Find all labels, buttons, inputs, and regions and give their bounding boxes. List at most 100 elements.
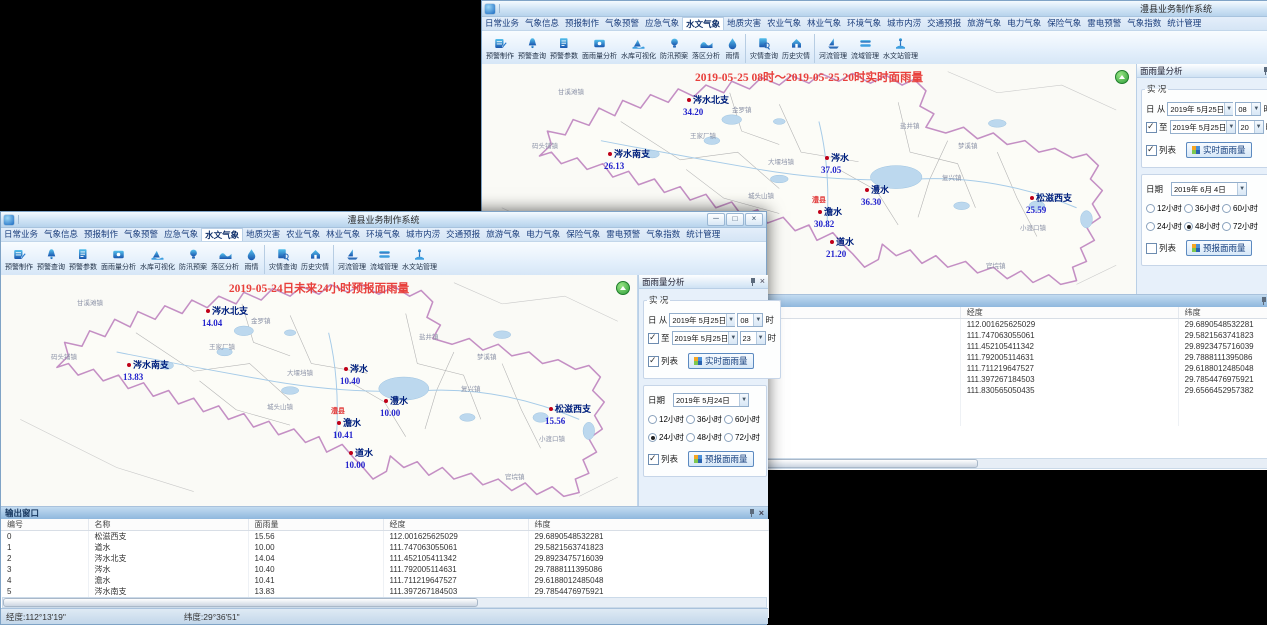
station-dao[interactable]: 道水21.20	[830, 232, 854, 259]
station-cen[interactable]: 涔水37.05	[825, 148, 849, 175]
duration-24h[interactable]: 24小时	[1146, 221, 1184, 232]
titlebar[interactable]: 澧县业务制作系统 － □ ×	[1, 212, 766, 228]
tab-statistics[interactable]: 统计管理	[1164, 17, 1204, 30]
tab-index[interactable]: 气象指数	[1124, 17, 1164, 30]
table-row[interactable]: 2涔水北支14.04111.45210541134229.89234757160…	[1, 553, 768, 564]
minimize-button[interactable]: －	[707, 213, 725, 226]
tab-forecast-making[interactable]: 预报制作	[81, 228, 121, 241]
btn-area-rain[interactable]: 面雨量分析	[99, 246, 138, 273]
tab-warning[interactable]: 气象预警	[121, 228, 161, 241]
tab-insurance[interactable]: 保险气象	[1044, 17, 1084, 30]
col-rain[interactable]: 面雨量	[248, 519, 383, 531]
tab-forestry[interactable]: 林业气象	[804, 17, 844, 30]
col-lon[interactable]: 经度	[383, 519, 528, 531]
forecast-date-select[interactable]: 2019年 6月 4日▼	[1171, 182, 1247, 196]
tab-agriculture[interactable]: 农业气象	[283, 228, 323, 241]
from-hour-select[interactable]: 08▼	[1235, 102, 1261, 116]
pin-icon[interactable]	[1261, 66, 1267, 76]
forecast-rain-button[interactable]: 预报面雨量	[1186, 240, 1252, 256]
titlebar[interactable]: 澧县业务制作系统	[482, 1, 1267, 17]
btn-basin-manage[interactable]: 流域管理	[368, 246, 400, 273]
tab-tourism[interactable]: 旅游气象	[483, 228, 523, 241]
duration-12h[interactable]: 12小时	[648, 414, 686, 425]
tab-index[interactable]: 气象指数	[643, 228, 683, 241]
duration-48h[interactable]: 48小时	[686, 432, 724, 443]
btn-flood-plan[interactable]: 防汛预案	[658, 35, 690, 62]
tab-weather-info[interactable]: 气象信息	[522, 17, 562, 30]
close-icon[interactable]: ×	[760, 277, 765, 286]
forecast-date-select[interactable]: 2019年 5月24日▼	[673, 393, 749, 407]
col-lat[interactable]: 纬度	[528, 519, 768, 531]
station-cennan[interactable]: 涔水南支13.83	[127, 355, 169, 382]
tab-lightning[interactable]: 雷电预警	[1084, 17, 1124, 30]
from-date-select[interactable]: 2019年 5月25日▼	[1167, 102, 1233, 116]
tab-traffic[interactable]: 交通预报	[924, 17, 964, 30]
duration-72h[interactable]: 72小时	[724, 432, 762, 443]
tab-geo-disaster[interactable]: 地质灾害	[724, 17, 764, 30]
station-songzi[interactable]: 松滋西支15.56	[549, 399, 591, 426]
btn-warning-params[interactable]: 预警参数	[67, 246, 99, 273]
from-date-select[interactable]: 2019年 5月25日▼	[669, 313, 735, 327]
duration-12h[interactable]: 12小时	[1146, 203, 1184, 214]
btn-warning-make[interactable]: 预警制作	[484, 35, 516, 62]
tab-geo-disaster[interactable]: 地质灾害	[243, 228, 283, 241]
forecast-rain-button[interactable]: 预报面雨量	[688, 451, 754, 467]
duration-36h[interactable]: 36小时	[1184, 203, 1222, 214]
col-id[interactable]: 编号	[1, 519, 88, 531]
btn-reservoir[interactable]: 水库可视化	[619, 35, 658, 62]
table-row[interactable]: 3涔水10.40111.79200511463129.7888111395086	[1, 564, 768, 575]
to-checkbox[interactable]	[648, 333, 659, 344]
list-checkbox[interactable]	[1146, 243, 1157, 254]
to-checkbox[interactable]	[1146, 122, 1157, 133]
tab-agriculture[interactable]: 农业气象	[764, 17, 804, 30]
map-canvas-forecast[interactable]: 甘溪滩镇 码头铺镇 王家厂镇 金罗镇 大堰垱镇 盐井镇 梦溪镇 复兴镇 城头山镇…	[1, 275, 638, 506]
duration-72h[interactable]: 72小时	[1222, 221, 1260, 232]
tab-daily[interactable]: 日常业务	[1, 228, 41, 241]
to-hour-select[interactable]: 23▼	[740, 331, 766, 345]
col-lon[interactable]: 经度	[960, 307, 1178, 319]
tab-emergency[interactable]: 应急气象	[642, 17, 682, 30]
btn-area-rain[interactable]: 面雨量分析	[580, 35, 619, 62]
btn-hydrostation-manage[interactable]: 水文站管理	[400, 246, 439, 273]
btn-rain-info[interactable]: 雨情	[241, 246, 262, 273]
table-row[interactable]: 0松滋西支15.56112.00162562502929.68905485322…	[1, 531, 768, 543]
tab-insurance[interactable]: 保险气象	[563, 228, 603, 241]
tab-lightning[interactable]: 雷电预警	[603, 228, 643, 241]
tab-traffic[interactable]: 交通预报	[443, 228, 483, 241]
station-songzi[interactable]: 松滋西支25.59	[1030, 188, 1072, 215]
pin-icon[interactable]	[1259, 296, 1267, 306]
tab-urban-flood[interactable]: 城市内涝	[403, 228, 443, 241]
horizontal-scrollbar[interactable]	[2, 597, 767, 608]
btn-rain-info[interactable]: 雨情	[722, 35, 743, 62]
station-dan[interactable]: 澹水10.41	[337, 413, 361, 440]
table-row[interactable]: 4澹水10.41111.71121964752729.6188012485048	[1, 575, 768, 586]
tab-warning[interactable]: 气象预警	[602, 17, 642, 30]
duration-60h[interactable]: 60小时	[724, 414, 762, 425]
btn-basin-manage[interactable]: 流域管理	[849, 35, 881, 62]
btn-zone-analysis[interactable]: 落区分析	[209, 246, 241, 273]
btn-disaster-query[interactable]: 灾情查询	[267, 246, 299, 273]
btn-warning-make[interactable]: 预警制作	[3, 246, 35, 273]
btn-river-manage[interactable]: 河流管理	[336, 246, 368, 273]
tab-forestry[interactable]: 林业气象	[323, 228, 363, 241]
station-li[interactable]: 澧水36.30	[865, 180, 889, 207]
maximize-button[interactable]: □	[726, 213, 744, 226]
tab-power[interactable]: 电力气象	[1004, 17, 1044, 30]
tab-urban-flood[interactable]: 城市内涝	[884, 17, 924, 30]
tab-daily[interactable]: 日常业务	[482, 17, 522, 30]
tab-statistics[interactable]: 统计管理	[683, 228, 723, 241]
pin-icon[interactable]	[748, 277, 757, 287]
tab-forecast-making[interactable]: 预报制作	[562, 17, 602, 30]
col-name[interactable]: 名称	[88, 519, 248, 531]
close-button[interactable]: ×	[745, 213, 763, 226]
realtime-rain-button[interactable]: 实时面雨量	[1186, 142, 1252, 158]
table-row[interactable]: 1道水10.00111.74706305506129.5821563741823	[1, 542, 768, 553]
to-date-select[interactable]: 2019年 5月25日▼	[1170, 120, 1236, 134]
scrollbar-thumb[interactable]	[3, 598, 478, 607]
to-date-select[interactable]: 2019年 5月25日▼	[672, 331, 738, 345]
duration-24h[interactable]: 24小时	[648, 432, 686, 443]
tab-environment[interactable]: 环境气象	[363, 228, 403, 241]
col-lat[interactable]: 纬度	[1178, 307, 1267, 319]
map-collapse-button[interactable]	[616, 281, 630, 295]
tab-hydro[interactable]: 水文气象	[201, 228, 243, 241]
